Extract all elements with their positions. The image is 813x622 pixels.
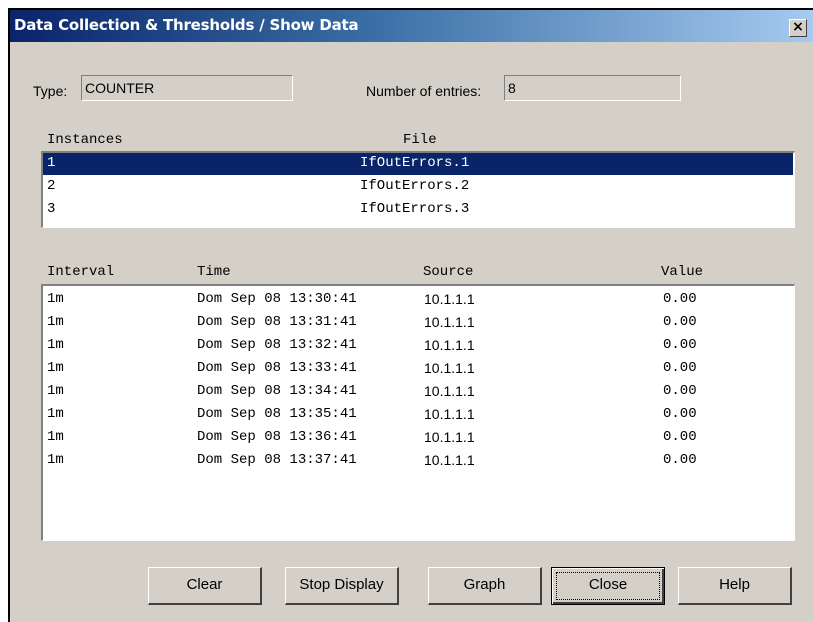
instance-row[interactable]: 2 IfOutErrors.2 [43,176,793,198]
table-row[interactable]: 1m Dom Sep 08 13:36:41 10.1.1.1 0.00 [43,427,793,450]
graph-button[interactable]: Graph [428,567,542,605]
table-row[interactable]: 1m Dom Sep 08 13:37:41 10.1.1.1 0.00 [43,450,793,473]
instance-row[interactable]: 3 IfOutErrors.3 [43,199,793,221]
value-cell: 0.00 [663,291,697,307]
time-cell: Dom Sep 08 13:34:41 [197,383,357,399]
source-cell: 10.1.1.1 [424,383,475,399]
time-cell: Dom Sep 08 13:35:41 [197,406,357,422]
focus-rect [556,572,660,600]
interval-header: Interval [47,264,115,280]
file-header: File [403,132,437,148]
instance-file: IfOutErrors.3 [360,201,470,217]
source-cell: 10.1.1.1 [424,429,475,445]
time-cell: Dom Sep 08 13:30:41 [197,291,357,307]
table-row[interactable]: 1m Dom Sep 08 13:33:41 10.1.1.1 0.00 [43,358,793,381]
window-title: Data Collection & Thresholds / Show Data [14,16,359,34]
value-cell: 0.00 [663,337,697,353]
value-cell: 0.00 [663,314,697,330]
value-cell: 0.00 [663,406,697,422]
source-cell: 10.1.1.1 [424,314,475,330]
type-label: Type: [33,83,68,99]
table-row[interactable]: 1m Dom Sep 08 13:30:41 10.1.1.1 0.00 [43,289,793,312]
dialog-window: Data Collection & Thresholds / Show Data… [8,8,813,622]
interval-cell: 1m [47,291,64,307]
instance-id: 1 [47,155,56,171]
instance-file: IfOutErrors.2 [360,178,470,194]
source-cell: 10.1.1.1 [424,406,475,422]
source-header: Source [423,264,474,280]
value-cell: 0.00 [663,360,697,376]
entries-label: Number of entries: [366,83,482,99]
value-cell: 0.00 [663,383,697,399]
table-row[interactable]: 1m Dom Sep 08 13:31:41 10.1.1.1 0.00 [43,312,793,335]
value-cell: 0.00 [663,452,697,468]
data-list[interactable]: 1m Dom Sep 08 13:30:41 10.1.1.1 0.00 1m Dom S… [41,284,795,541]
value-header: Value [661,264,704,280]
title-bar[interactable]: Data Collection & Thresholds / Show Data… [10,10,813,42]
instance-row[interactable]: 1 IfOutErrors.1 [43,153,793,175]
source-cell: 10.1.1.1 [424,360,475,376]
close-icon[interactable]: × [789,19,807,37]
clear-button[interactable]: Clear [148,567,262,605]
interval-cell: 1m [47,452,64,468]
help-button[interactable]: Help [678,567,792,605]
type-field[interactable]: COUNTER [81,75,293,101]
time-cell: Dom Sep 08 13:32:41 [197,337,357,353]
source-cell: 10.1.1.1 [424,452,475,468]
interval-cell: 1m [47,360,64,376]
instance-id: 2 [47,178,56,194]
interval-cell: 1m [47,383,64,399]
table-row[interactable]: 1m Dom Sep 08 13:32:41 10.1.1.1 0.00 [43,335,793,358]
interval-cell: 1m [47,314,64,330]
time-cell: Dom Sep 08 13:31:41 [197,314,357,330]
interval-cell: 1m [47,429,64,445]
instances-header: Instances [47,132,123,148]
interval-cell: 1m [47,406,64,422]
entries-field[interactable]: 8 [504,75,681,101]
table-row[interactable]: 1m Dom Sep 08 13:34:41 10.1.1.1 0.00 [43,381,793,404]
time-cell: Dom Sep 08 13:33:41 [197,360,357,376]
table-row[interactable]: 1m Dom Sep 08 13:35:41 10.1.1.1 0.00 [43,404,793,427]
stop-display-button[interactable]: Stop Display [285,567,399,605]
value-cell: 0.00 [663,429,697,445]
time-header: Time [197,264,231,280]
source-cell: 10.1.1.1 [424,337,475,353]
instance-id: 3 [47,201,56,217]
time-cell: Dom Sep 08 13:37:41 [197,452,357,468]
interval-cell: 1m [47,337,64,353]
time-cell: Dom Sep 08 13:36:41 [197,429,357,445]
source-cell: 10.1.1.1 [424,291,475,307]
instances-list[interactable]: 1 IfOutErrors.1 2 IfOutErrors.2 3 IfOutErrors… [41,151,795,228]
instance-file: IfOutErrors.1 [360,155,470,171]
close-button[interactable]: Close [551,567,665,605]
